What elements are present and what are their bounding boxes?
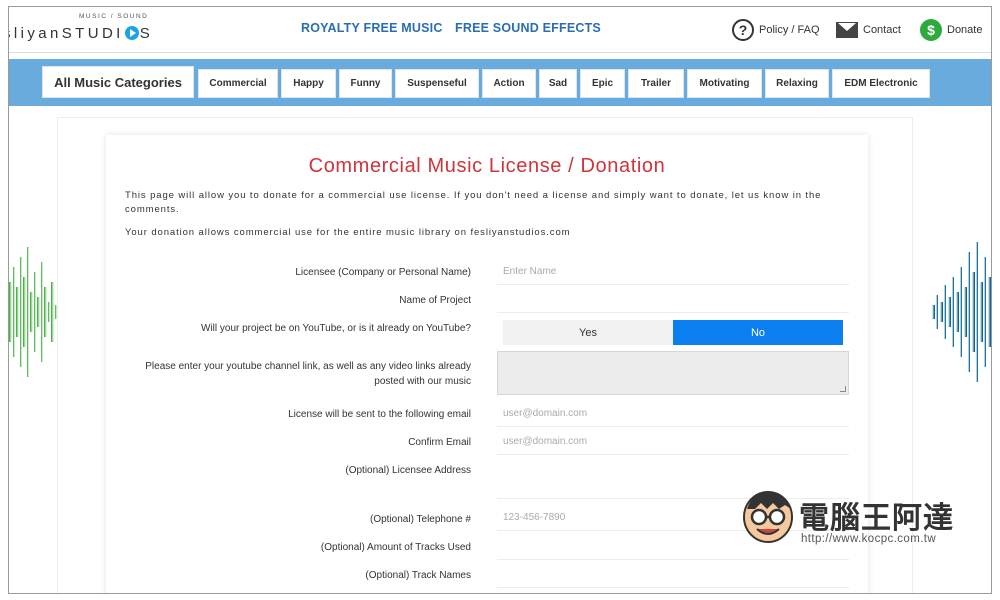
category-suspenseful[interactable]: Suspenseful	[395, 69, 479, 98]
channel-label-line1: Please enter your youtube channel link, …	[145, 361, 471, 372]
question-icon: ?	[732, 19, 754, 41]
sound-wave-right	[932, 242, 991, 382]
youtube-yes-button[interactable]: Yes	[503, 320, 673, 345]
confirm-email-label: Confirm Email	[408, 437, 471, 448]
intro-text: This page will allow you to donate for a…	[125, 190, 822, 215]
email-label: License will be sent to the following em…	[288, 409, 471, 420]
watermark-url: http://www.kocpc.com.tw	[801, 533, 937, 545]
tracks-amount-label: (Optional) Amount of Tracks Used	[320, 542, 471, 553]
logo-tagline: MUSIC / SOUND	[79, 13, 149, 20]
channel-label-line2: posted with our music	[374, 376, 471, 387]
library-note: Your donation allows commercial use for …	[125, 227, 571, 238]
youtube-no-button[interactable]: No	[673, 320, 843, 345]
watermark: 電腦王阿達 http://www.kocpc.com.tw	[739, 487, 989, 567]
mascot-face-icon	[743, 491, 793, 543]
policy-faq-link[interactable]: ? Policy / FAQ	[732, 17, 820, 43]
category-funny[interactable]: Funny	[339, 69, 392, 98]
category-relaxing[interactable]: Relaxing	[765, 69, 829, 98]
confirm-email-input[interactable]: user@domain.com	[497, 429, 849, 455]
policy-faq-label: Policy / FAQ	[759, 24, 820, 36]
nav-royalty-free-music[interactable]: ROYALTY FREE MUSIC	[301, 21, 443, 35]
track-names-label: (Optional) Track Names	[365, 570, 471, 581]
category-happy[interactable]: Happy	[281, 69, 336, 98]
address-label: (Optional) Licensee Address	[345, 465, 471, 476]
contact-link[interactable]: Contact	[836, 17, 901, 43]
play-icon	[124, 26, 139, 40]
project-label: Name of Project	[399, 295, 471, 306]
channel-label: Please enter your youtube channel link, …	[145, 359, 471, 389]
category-edm-electronic[interactable]: EDM Electronic	[832, 69, 930, 98]
phone-placeholder: 123-456-7890	[503, 512, 566, 523]
category-commercial[interactable]: Commercial	[198, 69, 278, 98]
category-sad[interactable]: Sad	[539, 69, 577, 98]
header-divider	[9, 52, 991, 53]
category-bar: All Music Categories Commercial Happy Fu…	[9, 59, 991, 106]
site-header: MUSIC / SOUND sliyanSTUDI S ROYALTY FREE …	[8, 7, 991, 52]
licensee-input[interactable]: Enter Name	[497, 259, 849, 285]
confirm-email-placeholder: user@domain.com	[503, 436, 588, 447]
nav-free-sound-effects[interactable]: FREE SOUND EFFECTS	[455, 21, 601, 35]
channel-links-textarea[interactable]	[497, 351, 849, 395]
envelope-icon	[836, 22, 858, 38]
watermark-title: 電腦王阿達	[799, 501, 954, 536]
category-motivating[interactable]: Motivating	[687, 69, 762, 98]
licensee-label: Licensee (Company or Personal Name)	[295, 267, 471, 278]
donate-label: Donate	[947, 24, 983, 36]
page-title: Commercial Music License / Donation	[308, 155, 666, 177]
logo-wordmark: sliyanSTUDI S	[8, 25, 154, 42]
site-logo[interactable]: MUSIC / SOUND sliyanSTUDI S	[8, 13, 173, 49]
category-all[interactable]: All Music Categories	[42, 66, 194, 98]
youtube-toggle: Yes No	[503, 320, 843, 345]
project-input[interactable]	[497, 287, 849, 313]
youtube-label: Will your project be on YouTube, or is i…	[201, 323, 471, 334]
contact-label: Contact	[863, 24, 901, 36]
email-input[interactable]: user@domain.com	[497, 401, 849, 427]
browser-page: MUSIC / SOUND sliyanSTUDI S ROYALTY FREE …	[8, 6, 992, 594]
category-trailer[interactable]: Trailer	[628, 69, 684, 98]
category-action[interactable]: Action	[482, 69, 536, 98]
email-placeholder: user@domain.com	[503, 408, 588, 419]
category-epic[interactable]: Epic	[580, 69, 625, 98]
licensee-placeholder: Enter Name	[503, 266, 557, 277]
phone-label: (Optional) Telephone #	[370, 514, 471, 525]
logo-text-end: S	[139, 25, 154, 42]
logo-text-start: sliyanSTUDI	[8, 25, 124, 42]
donate-link[interactable]: $ Donate	[920, 17, 982, 43]
dollar-icon: $	[920, 19, 942, 41]
